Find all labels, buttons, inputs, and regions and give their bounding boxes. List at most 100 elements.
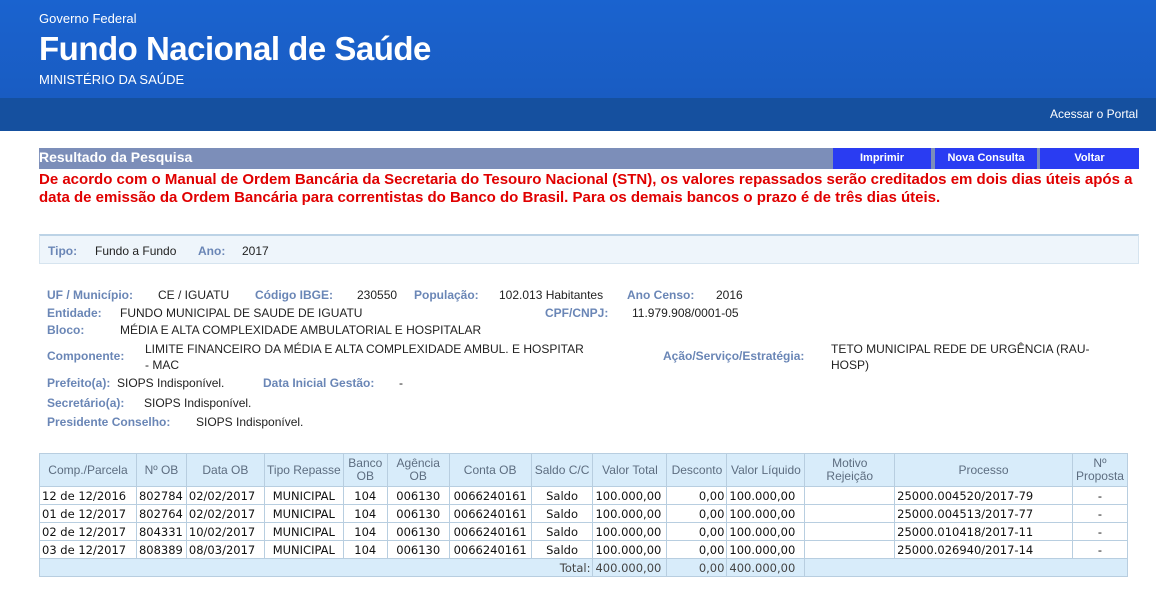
cell-desconto: 0,00: [666, 486, 728, 505]
site-header: Governo Federal Fundo Nacional de Saúde …: [0, 0, 1156, 131]
cell-motivo-rejeicao: [804, 486, 896, 505]
cell-valor-liquido: 100.000,00: [726, 486, 806, 505]
cell-valor-liquido: 100.000,00: [726, 504, 806, 523]
cell-agencia-ob: 006130: [386, 522, 450, 541]
cell-n-ob: 804331: [135, 522, 187, 541]
management-date-value: -: [399, 376, 403, 390]
secretary-value: SIOPS Indisponível.: [144, 396, 252, 410]
col-n-proposta: Nº Proposta: [1071, 453, 1129, 487]
table-row: 03 de 12/2017 808389 08/03/2017 MUNICIPAL 10…: [39, 540, 1129, 559]
cell-processo: 25000.010418/2017-11: [894, 522, 1073, 541]
cell-n-ob: 802764: [135, 504, 187, 523]
total-liquido: 400.000,00: [726, 558, 806, 577]
transfer-notice: De acordo com o Manual de Ordem Bancária…: [39, 171, 1133, 206]
table-header-row: Comp./Parcela Nº OB Data OB Tipo Repasse…: [39, 453, 1129, 487]
cell-saldo-cc: Saldo: [530, 486, 594, 505]
cell-conta-ob: 0066240161: [448, 486, 532, 505]
cell-banco-ob: 104: [342, 540, 388, 559]
col-processo: Processo: [894, 453, 1073, 487]
cell-n-proposta: -: [1071, 504, 1129, 523]
cell-motivo-rejeicao: [804, 504, 896, 523]
tipo-value: Fundo a Fundo: [95, 244, 177, 258]
cell-tipo-repasse: MUNICIPAL: [263, 504, 344, 523]
cell-conta-ob: 0066240161: [448, 522, 532, 541]
census-label: Ano Censo:: [627, 288, 695, 302]
cell-banco-ob: 104: [342, 486, 388, 505]
action-value-line1: TETO MUNICIPAL REDE DE URGÊNCIA (RAU-: [831, 342, 1090, 356]
cell-conta-ob: 0066240161: [448, 540, 532, 559]
cell-desconto: 0,00: [666, 522, 728, 541]
uf-value: CE / IGUATU: [158, 288, 230, 302]
cell-valor-liquido: 100.000,00: [726, 540, 806, 559]
ano-label: Ano:: [198, 244, 226, 258]
back-button[interactable]: Voltar: [1040, 148, 1139, 169]
cell-desconto: 0,00: [666, 540, 728, 559]
action-label: Ação/Serviço/Estratégia:: [663, 349, 805, 363]
cell-tipo-repasse: MUNICIPAL: [263, 522, 344, 541]
council-president-label: Presidente Conselho:: [47, 415, 171, 429]
cell-n-proposta: -: [1071, 486, 1129, 505]
col-valor-liquido: Valor Líquido: [726, 453, 806, 487]
ano-value: 2017: [242, 244, 269, 258]
cell-banco-ob: 104: [342, 504, 388, 523]
site-title[interactable]: Fundo Nacional de Saúde: [39, 30, 431, 68]
cell-data-ob: 02/02/2017: [185, 504, 265, 523]
population-value: 102.013 Habitantes: [499, 288, 604, 302]
cell-saldo-cc: Saldo: [530, 504, 594, 523]
bank-orders-table: Comp./Parcela Nº OB Data OB Tipo Repasse…: [38, 453, 1129, 577]
cell-agencia-ob: 006130: [386, 486, 450, 505]
portal-link[interactable]: Acessar o Portal: [1050, 107, 1138, 121]
component-value-line2: - MAC: [145, 358, 179, 372]
total-desconto: 0,00: [666, 558, 728, 577]
tipo-bar: Tipo: Fundo a Fundo Ano: 2017: [39, 234, 1139, 264]
entity-label: Entidade:: [47, 306, 102, 320]
cell-comp-parcela: 03 de 12/2017: [39, 540, 137, 559]
council-president-value: SIOPS Indisponível.: [196, 415, 304, 429]
results-title: Resultado da Pesquisa: [39, 149, 193, 165]
table-row: 12 de 12/2016 802784 02/02/2017 MUNICIPAL 10…: [39, 486, 1129, 505]
cell-processo: 25000.026940/2017-14: [894, 540, 1073, 559]
cell-n-ob: 802784: [135, 486, 187, 505]
cell-saldo-cc: Saldo: [530, 522, 594, 541]
table-total-row: Total: 400.000,00 0,00 400.000,00: [38, 558, 1128, 577]
component-value-line1: LIMITE FINANCEIRO DA MÉDIA E ALTA COMPLE…: [145, 342, 584, 356]
cell-n-ob: 808389: [135, 540, 187, 559]
mayor-value: SIOPS Indisponível.: [117, 376, 225, 390]
cnpj-label: CPF/CNPJ:: [545, 306, 609, 320]
total-valor: 400.000,00: [592, 558, 668, 577]
cell-saldo-cc: Saldo: [530, 540, 594, 559]
cell-valor-total: 100.000,00: [592, 540, 668, 559]
tipo-label: Tipo:: [48, 244, 78, 258]
action-value-line2: HOSP): [831, 358, 870, 372]
total-filler: [804, 558, 1128, 577]
cell-motivo-rejeicao: [804, 540, 896, 559]
col-data-ob: Data OB: [185, 453, 265, 487]
total-label: Total:: [38, 558, 594, 577]
ibge-value: 230550: [357, 288, 398, 302]
cell-comp-parcela: 01 de 12/2017: [39, 504, 137, 523]
mayor-label: Prefeito(a):: [47, 376, 111, 390]
gov-label: Governo Federal: [39, 11, 137, 26]
col-desconto: Desconto: [666, 453, 728, 487]
cell-comp-parcela: 02 de 12/2017: [39, 522, 137, 541]
cell-tipo-repasse: MUNICIPAL: [263, 486, 344, 505]
cell-n-proposta: -: [1071, 540, 1129, 559]
cell-valor-liquido: 100.000,00: [726, 522, 806, 541]
header-nav-band: [0, 98, 1156, 131]
cell-tipo-repasse: MUNICIPAL: [263, 540, 344, 559]
cell-desconto: 0,00: [666, 504, 728, 523]
cnpj-value: 11.979.908/0001-05: [632, 306, 739, 320]
secretary-label: Secretário(a):: [47, 396, 125, 410]
management-date-label: Data Inicial Gestão:: [263, 376, 375, 390]
new-query-button[interactable]: Nova Consulta: [935, 148, 1037, 169]
col-n-ob: Nº OB: [135, 453, 187, 487]
cell-valor-total: 100.000,00: [592, 504, 668, 523]
cell-banco-ob: 104: [342, 522, 388, 541]
print-button[interactable]: Imprimir: [833, 148, 931, 169]
col-conta-ob: Conta OB: [448, 453, 532, 487]
ibge-label: Código IBGE:: [255, 288, 333, 302]
cell-comp-parcela: 12 de 12/2016: [39, 486, 137, 505]
col-valor-total: Valor Total: [592, 453, 668, 487]
component-label: Componente:: [47, 349, 125, 363]
block-value: MÉDIA E ALTA COMPLEXIDADE AMBULATORIAL E…: [120, 323, 482, 337]
